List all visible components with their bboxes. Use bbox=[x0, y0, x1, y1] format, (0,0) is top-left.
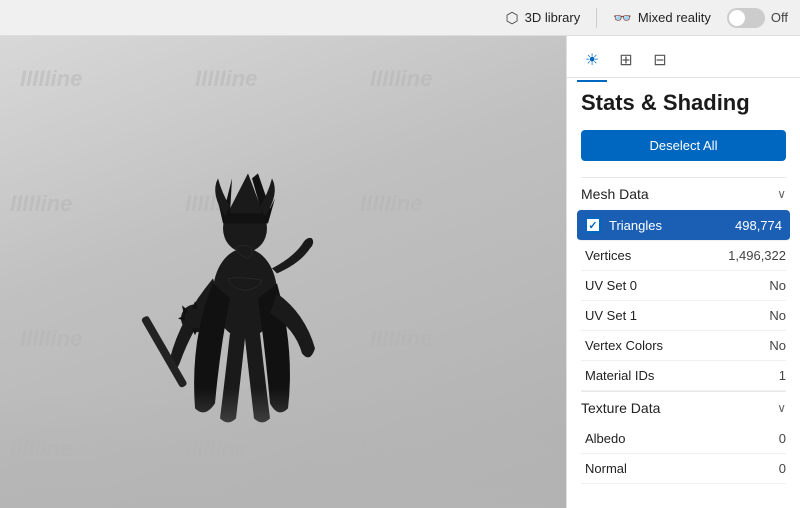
3d-model bbox=[140, 118, 360, 438]
uv-set-0-row: UV Set 0 No bbox=[581, 271, 786, 301]
watermark: IIIIIine bbox=[360, 436, 422, 462]
material-ids-row: Material IDs 1 bbox=[581, 361, 786, 391]
panel-title: Stats & Shading bbox=[581, 90, 786, 116]
albedo-label: Albedo bbox=[585, 431, 625, 446]
texture-data-title: Texture Data bbox=[581, 400, 660, 416]
watermark: IIIIIine bbox=[20, 326, 82, 352]
vertex-colors-row: Vertex Colors No bbox=[581, 331, 786, 361]
normal-label: Normal bbox=[585, 461, 627, 476]
vertices-row: Vertices 1,496,322 bbox=[581, 241, 786, 271]
main-area: IIIIIine IIIIIine IIIIIine IIIIIine IIII… bbox=[0, 36, 800, 508]
viewport: IIIIIine IIIIIine IIIIIine IIIIIine IIII… bbox=[0, 36, 566, 508]
divider bbox=[596, 8, 597, 28]
vertices-value: 1,496,322 bbox=[728, 248, 786, 263]
triangles-checkbox[interactable]: ✓ bbox=[585, 217, 601, 233]
material-ids-value: 1 bbox=[779, 368, 786, 383]
toggle-container[interactable]: Off bbox=[727, 8, 788, 28]
library-button[interactable]: ⬡ 3D library bbox=[506, 9, 581, 27]
library-label: 3D library bbox=[525, 10, 581, 25]
tab-quad[interactable]: ⊟ bbox=[645, 45, 675, 75]
normal-value: 0 bbox=[779, 461, 786, 476]
checkmark-icon: ✓ bbox=[588, 219, 597, 232]
vertex-colors-label: Vertex Colors bbox=[585, 338, 663, 353]
texture-data-section-header[interactable]: Texture Data ∨ bbox=[581, 391, 786, 424]
albedo-row: Albedo 0 bbox=[581, 424, 786, 454]
quad-icon: ⊟ bbox=[653, 50, 666, 70]
mixed-reality-toggle[interactable] bbox=[727, 8, 765, 28]
triangles-value: 498,774 bbox=[735, 218, 782, 233]
uv-set-0-value: No bbox=[769, 278, 786, 293]
material-ids-label: Material IDs bbox=[585, 368, 654, 383]
uv-set-1-label: UV Set 1 bbox=[585, 308, 637, 323]
watermark: IIIIIine bbox=[195, 66, 257, 92]
top-bar: ⬡ 3D library 👓 Mixed reality Off bbox=[0, 0, 800, 36]
toggle-off-label: Off bbox=[771, 10, 788, 25]
vertices-label: Vertices bbox=[585, 248, 631, 263]
triangles-left: ✓ Triangles bbox=[585, 217, 662, 233]
normal-row: Normal 0 bbox=[581, 454, 786, 484]
deselect-all-button[interactable]: Deselect All bbox=[581, 130, 786, 161]
watermark: IIIIIine bbox=[10, 436, 72, 462]
texture-data-chevron: ∨ bbox=[777, 401, 786, 415]
toggle-knob bbox=[729, 10, 745, 26]
grid-icon: ⊞ bbox=[619, 50, 632, 70]
mixed-reality-label: Mixed reality bbox=[638, 10, 711, 25]
mesh-data-section-header[interactable]: Mesh Data ∨ bbox=[581, 177, 786, 210]
sun-icon: ☀ bbox=[585, 50, 599, 70]
uv-set-0-label: UV Set 0 bbox=[585, 278, 637, 293]
watermark: IIIIIine bbox=[185, 436, 247, 462]
watermark: IIIIIine bbox=[360, 191, 422, 217]
library-icon: ⬡ bbox=[506, 9, 519, 27]
watermark: IIIIIine bbox=[370, 66, 432, 92]
vertex-colors-value: No bbox=[769, 338, 786, 353]
tab-grid[interactable]: ⊞ bbox=[611, 45, 641, 75]
triangles-row[interactable]: ✓ Triangles 498,774 bbox=[577, 210, 790, 241]
panel-content: Stats & Shading Deselect All Mesh Data ∨… bbox=[567, 78, 800, 508]
panel-tabs: ☀ ⊞ ⊟ bbox=[567, 36, 800, 78]
albedo-value: 0 bbox=[779, 431, 786, 446]
tab-sun[interactable]: ☀ bbox=[577, 45, 607, 75]
mesh-data-chevron: ∨ bbox=[777, 187, 786, 201]
watermark: IIIIIine bbox=[20, 66, 82, 92]
mixed-reality-icon: 👓 bbox=[613, 9, 632, 27]
mixed-reality-button[interactable]: 👓 Mixed reality bbox=[613, 9, 711, 27]
uv-set-1-value: No bbox=[769, 308, 786, 323]
uv-set-1-row: UV Set 1 No bbox=[581, 301, 786, 331]
watermark: IIIIIine bbox=[10, 191, 72, 217]
watermark: IIIIIine bbox=[370, 326, 432, 352]
triangles-label: Triangles bbox=[609, 218, 662, 233]
right-panel: ☀ ⊞ ⊟ Stats & Shading Deselect All Mesh … bbox=[566, 36, 800, 508]
mesh-data-title: Mesh Data bbox=[581, 186, 649, 202]
